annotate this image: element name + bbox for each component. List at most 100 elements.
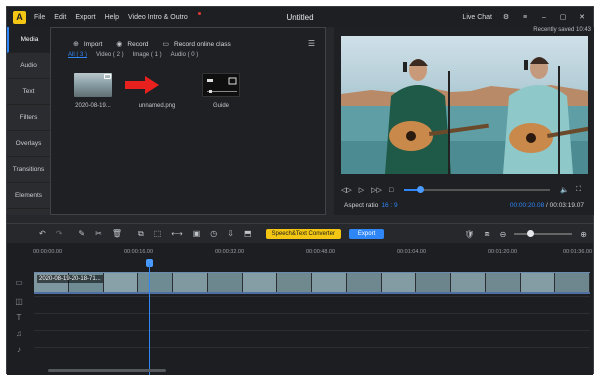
- aspect-ratio-label: Aspect ratio: [344, 202, 379, 209]
- import-icon: ⊕: [73, 41, 79, 48]
- notification-dot: [197, 11, 201, 15]
- tab-audio[interactable]: Audio ( 0 ): [171, 52, 199, 58]
- clip-frame: [485, 273, 521, 292]
- menu-video-intro-outro[interactable]: Video Intro & Outro: [128, 11, 201, 21]
- speech-text-converter-button[interactable]: Speech&Text Converter: [265, 228, 341, 239]
- zoom-slider[interactable]: [514, 230, 573, 237]
- video-track-icon[interactable]: ▭: [7, 271, 31, 293]
- volume-icon[interactable]: 🔈: [560, 186, 569, 194]
- video-preview: [341, 36, 588, 174]
- previous-frame-icon[interactable]: ◁▷: [341, 186, 352, 194]
- record-button[interactable]: ◉ Record: [116, 40, 148, 49]
- list-view-icon[interactable]: ☰: [308, 39, 315, 48]
- tab-image[interactable]: Image ( 1 ): [133, 52, 162, 58]
- speed-icon[interactable]: ◷: [210, 229, 217, 238]
- fit-icon[interactable]: ⧈: [485, 229, 490, 239]
- download-icon[interactable]: ⇩: [227, 229, 234, 238]
- toolbar-icons: ↶ ↷ ✎ ✂ 🗑 ⧉ ⬚ ⟷ ▣ ◷ ⇩ ⬒: [39, 229, 262, 239]
- nav-elements[interactable]: Elements: [7, 183, 50, 209]
- video-clip[interactable]: 2020-08-19-20-18-71...: [34, 272, 590, 294]
- record-online-class-label: Record online class: [174, 40, 231, 48]
- settings-icon[interactable]: ⚙: [501, 13, 511, 21]
- guide-thumbnail: [202, 73, 240, 97]
- overlay-track[interactable]: [34, 296, 590, 312]
- tab-video[interactable]: Video ( 2 ): [96, 52, 124, 58]
- monitor-icon: ▭: [162, 41, 169, 48]
- redo-icon[interactable]: ↷: [56, 229, 63, 238]
- nav-text[interactable]: Text: [7, 79, 50, 105]
- media-item-label: unnamed.png: [138, 103, 176, 109]
- nav-filters[interactable]: Filters: [7, 105, 50, 131]
- nav-media[interactable]: Media: [7, 27, 50, 53]
- menu-bar: File Edit Export Help Video Intro & Outr…: [34, 11, 206, 21]
- zoom-in-icon[interactable]: ⊕: [580, 230, 587, 239]
- preview-panel: Recently saved 10:43 ◁▷ ▷ ▷▷ □ 🔈 ⛶ Aspec…: [334, 27, 594, 215]
- minimize-icon[interactable]: –: [539, 14, 549, 21]
- audio-track-icon[interactable]: ♫: [7, 325, 31, 341]
- aspect-ratio-value[interactable]: 16 : 9: [381, 202, 397, 209]
- clip-frame: [555, 273, 590, 292]
- cut-icon[interactable]: ✂: [95, 229, 102, 238]
- zoom-slider-handle[interactable]: [527, 230, 535, 237]
- menu-file[interactable]: File: [34, 14, 45, 21]
- time-separator: /: [546, 202, 548, 209]
- import-button[interactable]: ⊕ Import: [73, 40, 102, 49]
- music-track-icon[interactable]: ♪: [7, 341, 31, 357]
- tab-all[interactable]: All ( 3 ): [68, 52, 87, 58]
- title-bar: A File Edit Export Help Video Intro & Ou…: [7, 7, 593, 27]
- undo-icon[interactable]: ↶: [39, 229, 46, 238]
- close-icon[interactable]: ✕: [577, 13, 587, 21]
- maximize-icon[interactable]: ▢: [558, 13, 568, 21]
- timeline-scrollbar[interactable]: [48, 369, 166, 372]
- next-frame-icon[interactable]: ▷▷: [371, 186, 382, 194]
- recently-saved-status: Recently saved 10:43: [533, 27, 591, 33]
- video-frame-image: [341, 36, 588, 174]
- menu-export[interactable]: Export: [75, 14, 95, 21]
- timeline-ruler[interactable]: 00:00:00.00 00:00:16.00 00:00:32.00 00:0…: [33, 249, 593, 265]
- edit-icon[interactable]: ✎: [78, 229, 85, 238]
- editing-toolbar: ↶ ↷ ✎ ✂ 🗑 ⧉ ⬚ ⟷ ▣ ◷ ⇩ ⬒ Speech&Text Conv…: [7, 223, 593, 243]
- export-button[interactable]: Export: [348, 228, 385, 239]
- playback-progress-bar[interactable]: [404, 186, 551, 193]
- overlay-track-icon[interactable]: ◫: [7, 293, 31, 309]
- ruler-tick-label: 00:00:16.00: [124, 249, 154, 255]
- text-track[interactable]: [34, 313, 590, 329]
- split-icon[interactable]: ⟷: [171, 229, 182, 238]
- left-nav: Media Audio Text Filters Overlays Transi…: [7, 27, 50, 215]
- ruler-tick-label: 00:01:36.00: [563, 249, 593, 255]
- playhead[interactable]: [149, 263, 150, 375]
- record-online-class-button[interactable]: ▭ Record online class: [162, 40, 231, 49]
- shield-icon[interactable]: 🛡: [464, 230, 474, 239]
- zoom-out-icon[interactable]: ⊖: [500, 230, 507, 239]
- stop-icon[interactable]: □: [389, 187, 393, 194]
- media-item-guide[interactable]: Guide: [196, 73, 246, 109]
- music-track[interactable]: [34, 347, 590, 363]
- text-track-icon[interactable]: T: [7, 309, 31, 325]
- ruler-tick-label: 00:00:48.00: [306, 249, 336, 255]
- live-chat-button[interactable]: Live Chat: [462, 14, 492, 21]
- play-icon[interactable]: ▷: [359, 186, 364, 194]
- hamburger-menu-icon[interactable]: ≡: [520, 14, 530, 21]
- media-panel: ⊕ Import ◉ Record ▭ Record online class ☰ A…: [50, 27, 326, 215]
- mosaic-icon[interactable]: ⬚: [154, 229, 162, 238]
- playback-progress-handle[interactable]: [417, 186, 425, 193]
- nav-overlays[interactable]: Overlays: [7, 131, 50, 157]
- fullscreen-icon[interactable]: ⛶: [576, 186, 581, 194]
- screenshot-icon[interactable]: ⬒: [244, 229, 252, 238]
- crop-icon[interactable]: ⧉: [138, 229, 144, 239]
- nav-transitions[interactable]: Transitions: [7, 157, 50, 183]
- clip-frame: [520, 273, 556, 292]
- media-item-video[interactable]: 2020-08-19...: [68, 73, 118, 109]
- total-time: 00:03:19.07: [549, 202, 584, 209]
- clip-frame: [103, 273, 139, 292]
- nav-audio[interactable]: Audio: [7, 53, 50, 79]
- freeze-frame-icon[interactable]: ▣: [193, 229, 201, 238]
- delete-icon[interactable]: 🗑: [112, 229, 122, 238]
- menu-edit[interactable]: Edit: [54, 14, 66, 21]
- menu-help[interactable]: Help: [105, 14, 119, 21]
- media-grid: 2020-08-19... unnamed.png Guide: [68, 73, 260, 109]
- audio-track[interactable]: [34, 330, 590, 346]
- clip-frame: [277, 273, 312, 292]
- video-type-icon: [104, 74, 111, 79]
- playback-controls: ◁▷ ▷ ▷▷ □ 🔈 ⛶: [341, 184, 588, 196]
